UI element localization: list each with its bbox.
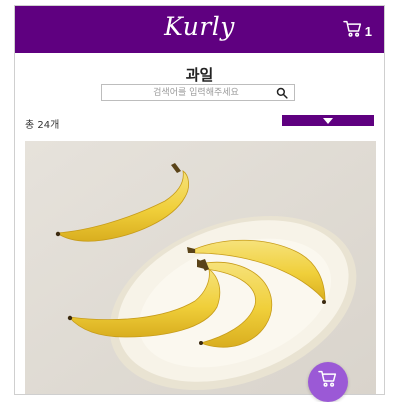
search-input[interactable]: [102, 85, 276, 100]
cart-icon: [343, 20, 363, 42]
cart-icon: [318, 370, 338, 392]
chevron-down-icon: [323, 117, 333, 124]
banana-photo: [25, 141, 376, 394]
app-frame: Kurly 1 과일 총 24개: [14, 5, 385, 395]
search-icon[interactable]: [276, 86, 290, 100]
top-bar: Kurly 1: [15, 6, 384, 53]
cart-button[interactable]: 1: [343, 20, 372, 42]
product-image[interactable]: [25, 141, 376, 394]
kurly-logo[interactable]: Kurly: [15, 12, 384, 41]
product-count: 총 24개: [25, 120, 60, 131]
floating-cart-button[interactable]: [308, 362, 348, 402]
page-title: 과일: [185, 66, 214, 84]
search-box: [101, 84, 295, 101]
cart-count-badge: 1: [364, 23, 372, 39]
sort-dropdown-button[interactable]: [282, 115, 374, 126]
